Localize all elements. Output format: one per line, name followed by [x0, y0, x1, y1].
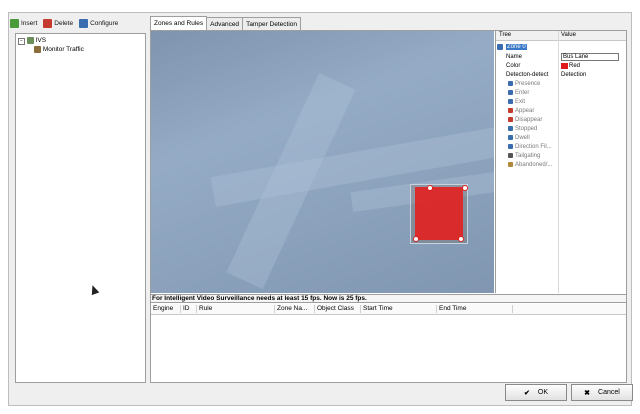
property-key: Disappear — [515, 117, 543, 123]
cancel-button[interactable]: ✖ Cancel — [571, 384, 633, 401]
col-end-time[interactable]: End Time — [437, 305, 513, 313]
zone-row[interactable]: Zone 0 — [496, 43, 626, 52]
property-row[interactable]: Enter — [496, 89, 626, 98]
configure-button[interactable]: Configure — [79, 18, 119, 28]
tab-strip: Zones and Rules Advanced Tamper Detectio… — [150, 16, 302, 30]
zone-icon — [497, 44, 503, 50]
value-column-header: Value — [561, 32, 576, 38]
zone-handle[interactable] — [413, 236, 419, 242]
zone-handle[interactable] — [458, 236, 464, 242]
check-icon: ✔ — [524, 389, 530, 397]
delete-label: Delete — [54, 19, 74, 27]
delete-icon — [43, 18, 53, 28]
rule-icon — [508, 81, 513, 86]
col-start-time[interactable]: Start Time — [361, 305, 437, 313]
tab-advanced[interactable]: Advanced — [206, 17, 244, 30]
property-key: Tailgating — [515, 153, 541, 159]
color-swatch — [561, 63, 568, 69]
property-row[interactable]: Presence — [496, 80, 626, 89]
events-table-header: Engine ID Rule Zone Na... Object Class S… — [151, 304, 626, 315]
property-row[interactable]: Tailgating — [496, 152, 626, 161]
col-id[interactable]: ID — [181, 305, 197, 313]
tree-child-item[interactable]: Monitor Traffic — [34, 46, 84, 53]
property-key: Detecton-detect — [506, 72, 549, 78]
rule-icon — [508, 126, 513, 131]
ok-button[interactable]: ✔ OK — [505, 384, 567, 401]
close-icon: ✖ — [584, 389, 591, 397]
rule-icon — [508, 108, 513, 113]
property-value[interactable]: Bus Lane — [561, 53, 619, 61]
property-key: Presence — [515, 81, 541, 87]
property-key: Enter — [515, 90, 530, 96]
rule-icon — [508, 135, 513, 140]
col-object-class[interactable]: Object Class — [315, 305, 361, 313]
ok-label: OK — [537, 389, 548, 396]
insert-button[interactable]: Insert — [10, 18, 38, 28]
col-engine[interactable]: Engine — [151, 305, 181, 313]
property-value[interactable]: Red — [569, 63, 580, 69]
property-key: Exit — [515, 99, 526, 105]
property-row[interactable]: Name Bus Lane — [496, 53, 626, 62]
tree-child-label: Monitor Traffic — [42, 46, 84, 54]
zone-handle[interactable] — [462, 185, 468, 191]
tab-zones-and-rules[interactable]: Zones and Rules — [150, 16, 208, 30]
property-row[interactable]: Abandoned/... — [496, 161, 626, 170]
tab-tamper-detection[interactable]: Tamper Detection — [242, 17, 302, 30]
tree-root-label: IVS — [35, 37, 47, 45]
cancel-label: Cancel — [598, 389, 620, 396]
property-row[interactable]: Detecton-detect Detection — [496, 71, 626, 80]
property-row[interactable]: Color Red — [496, 62, 626, 71]
zone-label: Zone 0 — [506, 44, 527, 50]
tree-panel: − IVS Monitor Traffic — [15, 33, 146, 383]
zone-polygon[interactable] — [415, 187, 463, 240]
property-row[interactable]: Appear — [496, 107, 626, 116]
events-table-body[interactable] — [151, 315, 626, 382]
property-row[interactable]: Direction Fil... — [496, 143, 626, 152]
property-key: Stopped — [515, 126, 538, 132]
properties-panel: Tree Value Zone 0 Name Bus Lane Color Red De… — [495, 31, 626, 293]
property-key: Appear — [515, 108, 535, 114]
col-rule[interactable]: Rule — [197, 305, 275, 313]
rule-icon — [508, 153, 513, 158]
property-key: Abandoned/... — [515, 162, 553, 168]
property-key: Dwell — [515, 135, 530, 141]
property-key: Name — [506, 54, 523, 60]
property-row[interactable]: Disappear — [496, 116, 626, 125]
fps-status: For Intelligent Video Surveillance needs… — [151, 294, 626, 303]
video-view[interactable] — [151, 31, 494, 293]
insert-label: Insert — [21, 19, 38, 27]
properties-header: Tree Value — [496, 31, 626, 41]
rule-icon — [508, 144, 513, 149]
property-row[interactable]: Dwell — [496, 134, 626, 143]
property-key: Color — [506, 63, 521, 69]
tree-root-item[interactable]: − IVS — [18, 37, 47, 46]
insert-icon — [10, 18, 19, 28]
rule-icon — [508, 117, 513, 122]
rule-icon — [508, 90, 513, 95]
zone-handle[interactable] — [427, 185, 433, 191]
collapse-icon[interactable]: − — [18, 38, 25, 46]
property-key: Direction Fil... — [515, 144, 552, 150]
toolbar: Insert Delete Configure — [10, 16, 118, 30]
col-zone-name[interactable]: Zone Na... — [275, 305, 315, 313]
rule-icon — [508, 99, 513, 104]
configure-label: Configure — [90, 19, 119, 27]
video-tint — [151, 31, 494, 293]
configure-icon — [79, 18, 89, 28]
tree-column-header: Tree — [499, 32, 512, 38]
ivs-icon — [26, 37, 34, 44]
rule-icon — [508, 162, 513, 167]
monitor-icon — [34, 46, 41, 53]
delete-button[interactable]: Delete — [43, 18, 74, 28]
property-row[interactable]: Stopped — [496, 125, 626, 134]
property-value[interactable]: Detection — [561, 72, 586, 78]
property-row[interactable]: Exit — [496, 98, 626, 107]
